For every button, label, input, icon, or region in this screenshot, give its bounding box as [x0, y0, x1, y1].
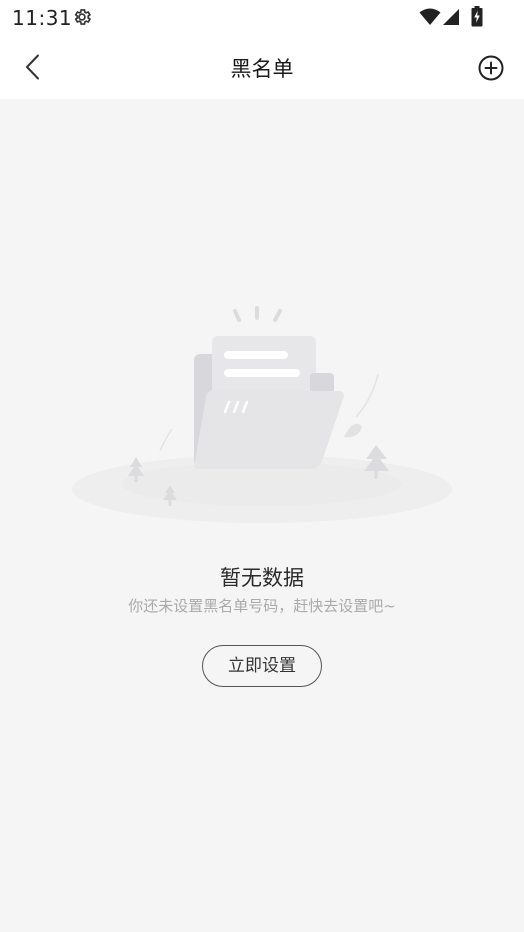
wifi-icon [419, 8, 441, 25]
nav-bar: 黑名单 [0, 36, 524, 99]
plus-circle-icon[interactable] [477, 54, 505, 82]
empty-state-description: 你还未设置黑名单号码，赶快去设置吧~ [128, 597, 396, 615]
setup-now-button[interactable]: 立即设置 [202, 645, 322, 687]
status-bar: 11:31 [0, 0, 524, 36]
content-area: 暂无数据 你还未设置黑名单号码，赶快去设置吧~ 立即设置 [0, 99, 524, 932]
gear-icon [74, 9, 92, 25]
battery-charging-icon [471, 6, 483, 27]
signal-icon [443, 9, 459, 25]
page-title: 黑名单 [230, 57, 294, 81]
empty-folder-illustration [72, 306, 452, 523]
status-time: 11:31 [12, 6, 73, 30]
empty-state-title: 暂无数据 [220, 566, 304, 590]
